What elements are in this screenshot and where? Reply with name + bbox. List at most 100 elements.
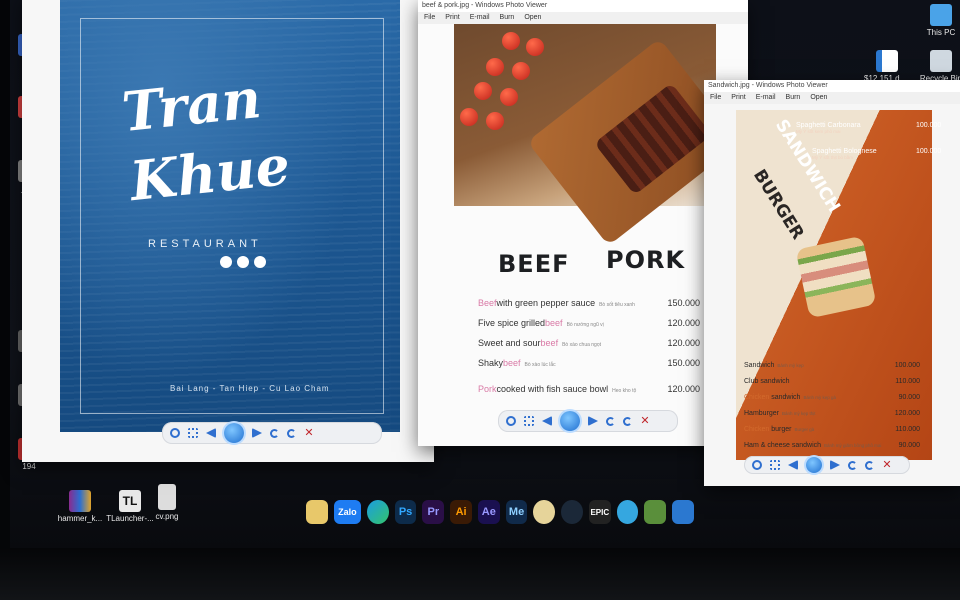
menu-item: Five spice grilled beef Bò nướng ngũ vị 1… xyxy=(478,318,700,328)
delete-icon[interactable]: ✕ xyxy=(882,460,892,471)
steam-icon[interactable] xyxy=(561,500,583,524)
fork-icon xyxy=(220,256,232,268)
menu-open[interactable]: Open xyxy=(524,14,541,22)
restaurant-subtitle: RESTAURANT xyxy=(148,238,262,250)
brand-name-line2: Khue xyxy=(127,132,293,214)
minecraft-icon[interactable] xyxy=(644,500,667,524)
menu-item: Sandwich Bánh mỳ kẹp 100.000 xyxy=(744,362,920,369)
slideshow-button[interactable] xyxy=(224,423,244,443)
tomato xyxy=(500,88,518,106)
menu-print[interactable]: Print xyxy=(731,94,745,102)
menu-item: Hamburger Bánh mỳ kẹp thịt 120.000 xyxy=(744,410,920,417)
menu-file[interactable]: File xyxy=(710,94,721,102)
previous-icon[interactable] xyxy=(206,428,216,438)
menu-file[interactable]: File xyxy=(424,14,435,22)
menu-email[interactable]: E-mail xyxy=(756,94,776,102)
monitor-screen: Da Qu Lay _me Whi a5d 194 This PC $12.15… xyxy=(0,0,960,600)
tlauncher-icon: TL xyxy=(119,490,141,512)
desktop-icon-label: This PC xyxy=(926,28,956,37)
menu-email[interactable]: E-mail xyxy=(470,14,490,22)
knife-icon xyxy=(237,256,249,268)
tomato xyxy=(512,62,530,80)
monitor-bezel-left xyxy=(0,0,10,600)
rotate-right-icon[interactable] xyxy=(865,460,874,470)
recycle-bin-icon xyxy=(930,50,952,72)
viewer-menu-bar: File Print E-mail Burn Open xyxy=(418,12,748,24)
premiere-icon[interactable]: Pr xyxy=(422,500,445,524)
heading-pork: PORK xyxy=(606,246,686,274)
window-title: beef & pork.jpg - Windows Photo Viewer xyxy=(418,0,748,12)
rotate-left-icon[interactable] xyxy=(606,416,615,426)
spaghetti-item: Spaghetti Bolognese Mỳ Ý sốt thịt bò bằm… xyxy=(812,148,942,160)
word-icon[interactable] xyxy=(672,500,694,524)
taskbar: Zalo Ps Pr Ai Ae Me EPIC xyxy=(300,492,700,532)
illustrator-icon[interactable]: Ai xyxy=(450,500,472,524)
rotate-left-icon[interactable] xyxy=(848,460,857,470)
rotate-left-icon[interactable] xyxy=(270,428,279,438)
desktop-icon-label: cv.png xyxy=(155,512,179,521)
viewer-toolbar: ✕ xyxy=(744,456,910,474)
rotate-right-icon[interactable] xyxy=(287,428,296,438)
desktop-icon-recycle-bin[interactable]: Recycle Bin xyxy=(918,50,960,83)
desktop-icon-this-pc[interactable]: This PC xyxy=(918,4,960,37)
moon-app-icon[interactable] xyxy=(533,500,556,524)
actual-size-icon[interactable] xyxy=(770,460,780,470)
zoom-icon[interactable] xyxy=(752,460,762,470)
slideshow-button[interactable] xyxy=(806,457,822,473)
zoom-icon[interactable] xyxy=(506,416,516,426)
menu-item: Pork cooked with fish sauce bowl Heo kho … xyxy=(478,384,700,394)
viewer-toolbar: ✕ xyxy=(498,410,678,432)
tomato xyxy=(474,82,492,100)
beef-pork-menu-list: Beef with green pepper sauce Bò sốt tiêu … xyxy=(478,298,700,404)
slideshow-button[interactable] xyxy=(560,411,580,431)
menu-item: Sweet and sour beef Bò xào chua ngọt 120.… xyxy=(478,338,700,348)
desktop-icon-label: 194 xyxy=(22,462,36,471)
restaurant-address: Bai Lang - Tan Hiep - Cu Lao Cham xyxy=(170,384,330,393)
photoshop-icon[interactable]: Ps xyxy=(394,500,417,524)
epic-games-icon[interactable]: EPIC xyxy=(588,500,611,524)
actual-size-icon[interactable] xyxy=(524,416,534,426)
photo-viewer-window-beef-pork[interactable]: beef & pork.jpg - Windows Photo Viewer F… xyxy=(418,0,748,446)
file-explorer-icon[interactable] xyxy=(306,500,328,524)
menu-item: Club sandwich 110.000 xyxy=(744,378,920,385)
spoon-icon xyxy=(254,256,266,268)
photo-viewer-window-sandwich[interactable]: Sandwich.jpg - Windows Photo Viewer File… xyxy=(704,80,960,486)
utensils-icons xyxy=(220,256,266,268)
next-icon[interactable] xyxy=(588,416,598,426)
steak-photo xyxy=(454,24,741,246)
computer-icon xyxy=(930,4,952,26)
desktop-icon-hammer[interactable]: hammer_k... xyxy=(52,490,108,523)
menu-print[interactable]: Print xyxy=(445,14,459,22)
tomato xyxy=(502,32,520,50)
next-icon[interactable] xyxy=(830,460,840,470)
blue-ring-icon[interactable] xyxy=(616,500,639,524)
after-effects-icon[interactable]: Ae xyxy=(477,500,500,524)
previous-icon[interactable] xyxy=(788,460,798,470)
tomato xyxy=(486,112,504,130)
menu-item: Beef with green pepper sauce Bò sốt tiêu … xyxy=(478,298,700,308)
actual-size-icon[interactable] xyxy=(188,428,198,438)
zalo-icon[interactable]: Zalo xyxy=(333,500,361,524)
poster-word-burger: BURGER xyxy=(749,166,808,244)
tomato xyxy=(460,108,478,126)
tomato xyxy=(486,58,504,76)
desktop-icon-docx[interactable]: $12.151.docx xyxy=(864,50,910,83)
menu-item: Shaky beef Bò xào lúc lắc 150.000 xyxy=(478,358,700,368)
heading-beef: BEEF xyxy=(498,250,570,278)
delete-icon[interactable]: ✕ xyxy=(304,428,314,439)
next-icon[interactable] xyxy=(252,428,262,438)
zoom-icon[interactable] xyxy=(170,428,180,438)
menu-open[interactable]: Open xyxy=(810,94,827,102)
menu-burn[interactable]: Burn xyxy=(500,14,515,22)
menu-burn[interactable]: Burn xyxy=(786,94,801,102)
poster-ocean-background xyxy=(60,0,400,432)
media-encoder-icon[interactable]: Me xyxy=(505,500,528,524)
desktop-icon-label: hammer_k... xyxy=(57,514,103,523)
photo-viewer-window-tran-khue[interactable]: Tran Khue RESTAURANT Bai Lang - Tan Hiep… xyxy=(22,0,434,462)
delete-icon[interactable]: ✕ xyxy=(640,416,650,427)
sandwich-menu-list: Sandwich Bánh mỳ kẹp 100.000 Club sandwic… xyxy=(744,362,920,458)
rotate-right-icon[interactable] xyxy=(623,416,632,426)
edge-icon[interactable] xyxy=(366,500,389,524)
previous-icon[interactable] xyxy=(542,416,552,426)
desktop-icon-cv[interactable]: cv.png xyxy=(144,484,190,521)
